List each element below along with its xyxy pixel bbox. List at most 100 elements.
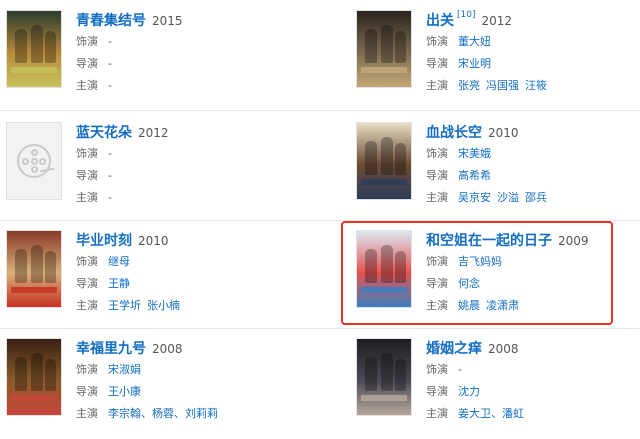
role-row-label: 饰演 — [76, 35, 98, 48]
film-placeholder-icon[interactable] — [6, 122, 62, 200]
director-row-label: 导演 — [426, 57, 448, 70]
film-card: 蓝天花朵 2012 饰演 - 导演 - 主演 - — [6, 122, 306, 222]
film-poster[interactable] — [6, 10, 62, 88]
film-poster[interactable] — [356, 338, 412, 416]
director-row-value[interactable]: 高希希 — [458, 169, 491, 182]
film-year: 2008 — [152, 342, 183, 356]
film-title-line: 血战长空 2010 — [426, 122, 553, 142]
role-row-label: 饰演 — [76, 255, 98, 268]
role-row: 饰演 宋淑娟 — [76, 360, 224, 380]
cast-row: 主演 王学圻 张小楠 — [76, 296, 186, 316]
film-title-link[interactable]: 蓝天花朵 — [76, 125, 132, 141]
director-row: 导演 王小康 — [76, 382, 224, 402]
director-row-label: 导演 — [76, 169, 98, 182]
person-link[interactable]: 王学圻 — [108, 299, 141, 312]
film-info: 青春集结号 2015 饰演 - 导演 - 主演 - — [76, 10, 183, 96]
film-title-link[interactable]: 青春集结号 — [76, 13, 146, 29]
cast-row-label: 主演 — [76, 407, 98, 420]
film-info: 毕业时刻 2010 饰演 继母 导演 王静 主演 王学圻 张小楠 — [76, 230, 186, 316]
cast-row-label: 主演 — [426, 191, 448, 204]
film-info: 婚姻之痒 2008 饰演 - 导演 沈力 主演 姜大卫、潘虹 — [426, 338, 530, 424]
film-info: 血战长空 2010 饰演 宋美娥 导演 高希希 主演 吴京安 沙溢 邵兵 — [426, 122, 553, 208]
director-row: 导演 沈力 — [426, 382, 530, 402]
role-row-value[interactable]: 继母 — [108, 255, 130, 268]
cast-row-label: 主演 — [426, 407, 448, 420]
person-link[interactable]: 吴京安 — [458, 191, 491, 204]
role-row-value[interactable]: 董大妞 — [458, 35, 491, 48]
cast-row: 主演 张亮 冯国强 汪筱 — [426, 76, 553, 96]
cast-row: 主演 吴京安 沙溢 邵兵 — [426, 188, 553, 208]
film-poster[interactable] — [6, 338, 62, 416]
role-row-label: 饰演 — [426, 147, 448, 160]
cast-row-value: - — [108, 79, 112, 92]
role-row-label: 饰演 — [76, 363, 98, 376]
film-title-link[interactable]: 血战长空 — [426, 125, 482, 141]
film-title-link[interactable]: 幸福里九号 — [76, 341, 146, 357]
role-row: 饰演 - — [76, 144, 169, 164]
cast-row: 主演 - — [76, 188, 169, 208]
person-link[interactable]: 邵兵 — [525, 191, 547, 204]
role-row: 饰演 继母 — [76, 252, 186, 272]
film-title-link[interactable]: 毕业时刻 — [76, 233, 132, 249]
film-info: 出关 [10] 2012 饰演 董大妞 导演 宋业明 主演 张亮 冯国强 汪筱 — [426, 10, 553, 96]
role-row-label: 饰演 — [426, 363, 448, 376]
film-year: 2008 — [488, 342, 519, 356]
film-card: 血战长空 2010 饰演 宋美娥 导演 高希希 主演 吴京安 沙溢 邵兵 — [356, 122, 640, 222]
role-row: 饰演 董大妞 — [426, 32, 553, 52]
film-card: 出关 [10] 2012 饰演 董大妞 导演 宋业明 主演 张亮 冯国强 汪筱 — [356, 10, 640, 110]
role-row-label: 饰演 — [76, 147, 98, 160]
film-poster[interactable] — [356, 122, 412, 200]
film-year: 2010 — [488, 126, 519, 140]
role-row-value[interactable]: 宋淑娟 — [108, 363, 141, 376]
director-row-label: 导演 — [426, 169, 448, 182]
film-title-link[interactable]: 婚姻之痒 — [426, 341, 482, 357]
role-row: 饰演 - — [426, 360, 530, 380]
director-row-value[interactable]: 王小康 — [108, 385, 141, 398]
role-row-value: - — [458, 363, 462, 376]
cast-row: 主演 - — [76, 76, 183, 96]
director-row: 导演 - — [76, 166, 169, 186]
director-row-label: 导演 — [426, 385, 448, 398]
film-year: 2012 — [481, 14, 513, 28]
film-title-line: 青春集结号 2015 — [76, 10, 183, 30]
film-poster[interactable] — [356, 10, 412, 88]
film-title-line: 出关 [10] 2012 — [426, 10, 553, 30]
cast-row-label: 主演 — [76, 191, 98, 204]
role-row-label: 饰演 — [426, 35, 448, 48]
film-title-line: 婚姻之痒 2008 — [426, 338, 530, 358]
role-row-value: - — [108, 35, 112, 48]
person-link[interactable]: 沙溢 — [497, 191, 519, 204]
role-row-value[interactable]: 宋美娥 — [458, 147, 491, 160]
person-link[interactable]: 张亮 — [458, 79, 480, 92]
role-row: 饰演 宋美娥 — [426, 144, 553, 164]
film-card: 青春集结号 2015 饰演 - 导演 - 主演 - — [6, 10, 306, 110]
cast-row-label: 主演 — [76, 299, 98, 312]
person-link[interactable]: 张小楠 — [147, 299, 180, 312]
cast-row: 主演 李宗翰、杨蓉、刘莉莉 — [76, 404, 224, 424]
cast-row-value[interactable]: 姜大卫、潘虹 — [458, 407, 524, 420]
film-title-link[interactable]: 出关 — [426, 13, 454, 29]
person-link[interactable]: 冯国强 — [486, 79, 519, 92]
cast-row-value[interactable]: 李宗翰、杨蓉、刘莉莉 — [108, 407, 218, 420]
film-title-line: 毕业时刻 2010 — [76, 230, 186, 250]
director-row-label: 导演 — [76, 57, 98, 70]
citation-link[interactable]: [10] — [457, 10, 475, 20]
director-row-value[interactable]: 王静 — [108, 277, 130, 290]
row-divider — [0, 110, 640, 111]
director-row-value[interactable]: 沈力 — [458, 385, 480, 398]
director-row-label: 导演 — [76, 385, 98, 398]
director-row: 导演 高希希 — [426, 166, 553, 186]
cast-row-label: 主演 — [426, 79, 448, 92]
film-title-line: 幸福里九号 2008 — [76, 338, 224, 358]
person-link[interactable]: 汪筱 — [525, 79, 547, 92]
director-row-label: 导演 — [76, 277, 98, 290]
film-info: 蓝天花朵 2012 饰演 - 导演 - 主演 - — [76, 122, 169, 208]
film-card: 婚姻之痒 2008 饰演 - 导演 沈力 主演 姜大卫、潘虹 — [356, 338, 640, 438]
role-row-value: - — [108, 147, 112, 160]
film-poster[interactable] — [6, 230, 62, 308]
director-row-value: - — [108, 57, 112, 70]
film-card: 幸福里九号 2008 饰演 宋淑娟 导演 王小康 主演 李宗翰、杨蓉、刘莉莉 — [6, 338, 306, 438]
film-year: 2015 — [152, 14, 183, 28]
film-title-line: 蓝天花朵 2012 — [76, 122, 169, 142]
director-row-value[interactable]: 宋业明 — [458, 57, 491, 70]
